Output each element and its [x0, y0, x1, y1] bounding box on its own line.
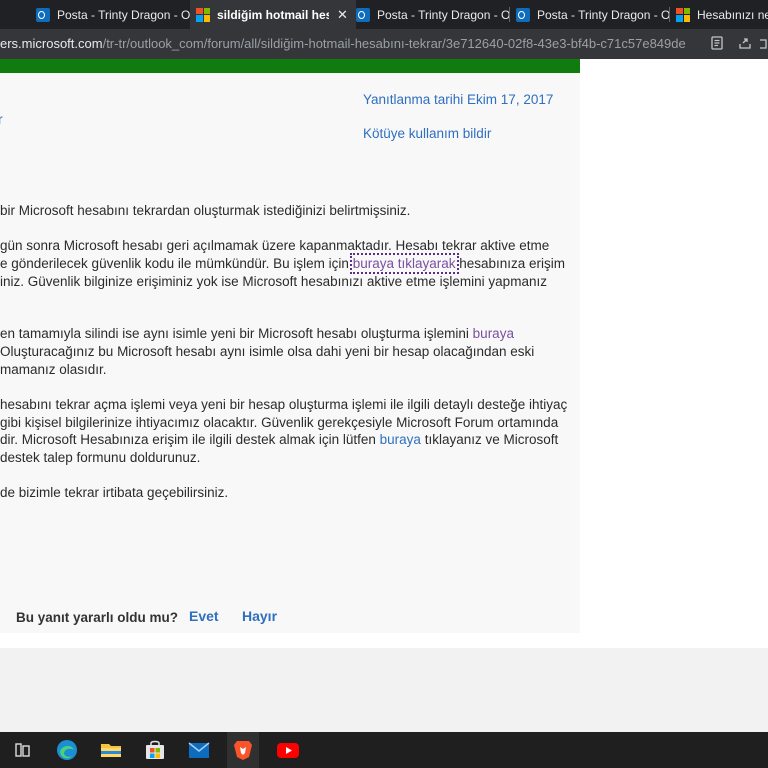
replied-date: Yanıtlanma tarihi Ekim 17, 2017: [363, 92, 554, 107]
body-text: en tamamıyla silindi ise aynı isimle yen…: [0, 326, 473, 341]
tab-title: Posta - Trinty Dragon - Out: [57, 7, 194, 22]
outlook-icon: [36, 7, 50, 22]
close-icon[interactable]: ✕: [337, 7, 348, 23]
body-text: gibi kişisel bilgilerinize ihtiyacımız o…: [0, 415, 559, 430]
tab-title: sildiğim hotmail hesab: [217, 7, 329, 22]
page-footer-area: [0, 648, 768, 732]
reader-mode-icon[interactable]: [709, 36, 725, 52]
right-pane: [580, 59, 768, 648]
body-text: Oluşturacağınız bu Microsoft hesabı aynı…: [0, 344, 535, 359]
edge-icon[interactable]: [55, 738, 79, 762]
feedback-no-button[interactable]: Hayır: [242, 608, 277, 624]
body-text: hesabını tekrar açma işlemi veya yeni bi…: [0, 397, 568, 412]
author-name-fragment[interactable]: r: [0, 111, 3, 127]
microsoft-icon: [196, 7, 210, 22]
youtube-icon[interactable]: [276, 738, 300, 762]
tab-title: Hesabınızı ne z: [697, 7, 768, 22]
tab-title: Posta - Trinty Dragon - Out: [537, 7, 671, 22]
microsoft-store-icon[interactable]: [143, 738, 167, 762]
feedback-yes-button[interactable]: Evet: [189, 608, 219, 624]
body-text: tıklayanız ve Microsoft: [420, 432, 559, 447]
body-text: bir Microsoft hesabını tekrardan oluştur…: [0, 203, 411, 218]
file-explorer-icon[interactable]: [99, 738, 123, 762]
browser-tab-3[interactable]: Posta - Trinty Dragon - Out: [352, 0, 511, 29]
browser-tab-1[interactable]: Posta - Trinty Dragon - Out: [30, 0, 194, 29]
body-text: de bizimle tekrar irtibata geçebilirsini…: [0, 485, 229, 500]
browser-tab-strip: Posta - Trinty Dragon - Out sildiğim hot…: [0, 0, 768, 29]
tab-divider: [509, 7, 510, 22]
brave-icon[interactable]: [227, 732, 259, 768]
body-text: mamanız olasıdır.: [0, 362, 107, 377]
body-text: iniz. Güvenlik bilginize erişiminiz yok …: [0, 274, 547, 289]
browser-tab-5[interactable]: Hesabınızı ne z: [672, 0, 768, 29]
browser-tab-active[interactable]: sildiğim hotmail hesab ✕: [190, 0, 356, 29]
outlook-icon: [516, 7, 530, 22]
windows-taskbar: [0, 732, 768, 768]
click-here-link[interactable]: buraya tıklayarak: [349, 253, 459, 274]
body-line: destek talep formunu doldurunuz.: [0, 450, 200, 465]
report-abuse-link[interactable]: Kötüye kullanım bildir: [363, 126, 491, 141]
url-path: /tr-tr/outlook_com/forum/all/sildiğim-ho…: [102, 36, 686, 51]
task-view-icon[interactable]: [10, 738, 34, 762]
body-line: mamanız olasıdır.: [0, 362, 107, 377]
support-here-link[interactable]: buraya: [380, 432, 421, 447]
url-text[interactable]: ers.microsoft.com/tr-tr/outlook_com/foru…: [0, 36, 686, 51]
body-line: de bizimle tekrar irtibata geçebilirsini…: [0, 485, 228, 500]
browser-extension-icon[interactable]: [760, 36, 768, 52]
body-line: gibi kişisel bilgilerinize ihtiyacımız o…: [0, 415, 558, 430]
body-line: en tamamıyla silindi ise aynı isimle yen…: [0, 326, 514, 341]
body-text: e gönderilecek güvenlik kodu ile mümkünd…: [0, 256, 353, 271]
tab-title: Posta - Trinty Dragon - Out: [377, 7, 511, 22]
body-text: gün sonra Microsoft hesabı geri açılmama…: [0, 238, 550, 253]
header-accent-bar: [0, 59, 580, 73]
body-line: iniz. Güvenlik bilginize erişiminiz yok …: [0, 274, 547, 289]
body-text: hesabınıza erişim: [455, 256, 566, 271]
outlook-icon: [356, 7, 370, 22]
browser-tab-4[interactable]: Posta - Trinty Dragon - Out: [512, 0, 671, 29]
here-link[interactable]: buraya: [473, 326, 514, 341]
url-host: ers.microsoft.com: [0, 36, 103, 51]
feedback-question: Bu yanıt yararlı oldu mu?: [16, 610, 179, 625]
body-text: destek talep formunu doldurunuz.: [0, 450, 201, 465]
body-line: hesabını tekrar açma işlemi veya yeni bi…: [0, 397, 567, 412]
body-line: dir. Microsoft Hesabınıza erişim ile ilg…: [0, 432, 558, 447]
microsoft-icon: [676, 7, 690, 22]
body-text: dir. Microsoft Hesabınıza erişim ile ilg…: [0, 432, 380, 447]
body-line: e gönderilecek güvenlik kodu ile mümkünd…: [0, 253, 566, 274]
mail-icon[interactable]: [187, 738, 211, 762]
share-icon[interactable]: [737, 36, 753, 52]
body-line: gün sonra Microsoft hesabı geri açılmama…: [0, 238, 549, 253]
body-line: Oluşturacağınız bu Microsoft hesabı aynı…: [0, 344, 534, 359]
address-bar[interactable]: ers.microsoft.com/tr-tr/outlook_com/foru…: [0, 29, 768, 59]
body-line: bir Microsoft hesabını tekrardan oluştur…: [0, 203, 410, 218]
tab-divider: [669, 7, 670, 22]
